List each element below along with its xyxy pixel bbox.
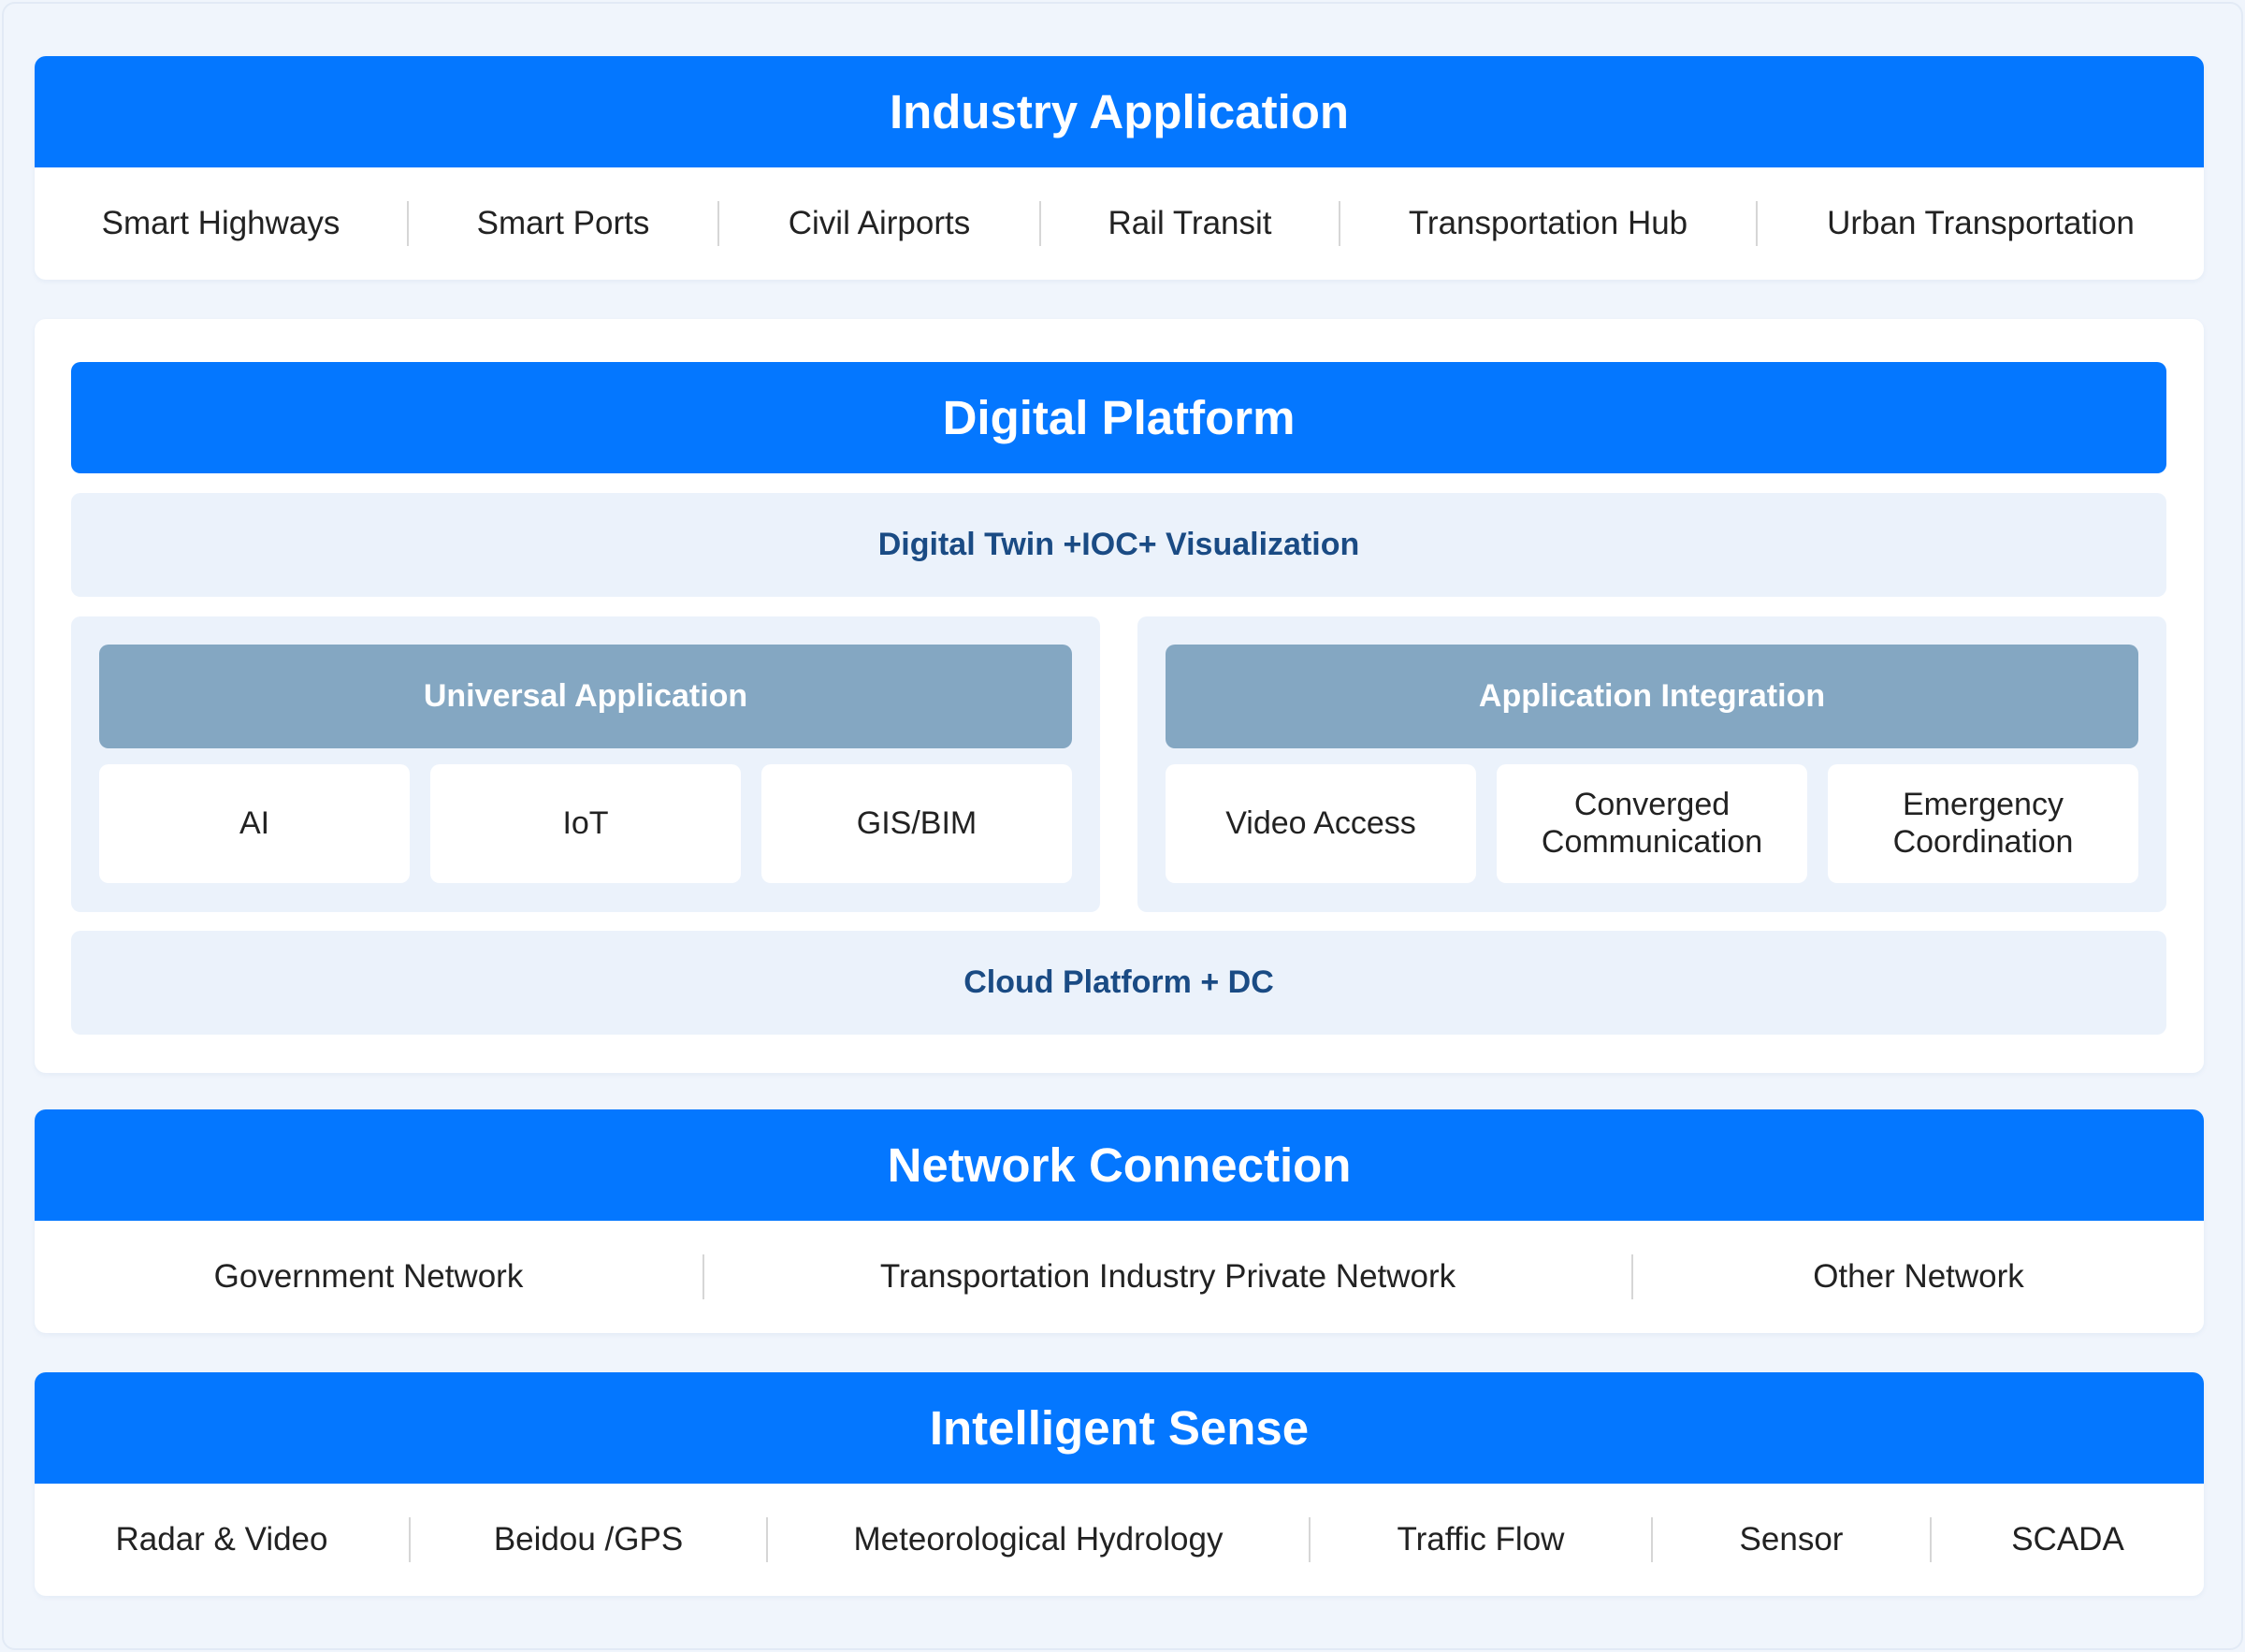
digital-platform-card: Digital Platform Digital Twin +IOC+ Visu… <box>35 319 2204 1073</box>
tile-line: Video Access <box>1225 804 1416 841</box>
industry-item: Smart Ports <box>476 205 650 241</box>
digital-twin-layer: Digital Twin +IOC+ Visualization <box>71 493 2166 597</box>
tile-line: Coordination <box>1892 823 2074 860</box>
gis-bim-tile: GIS/BIM <box>761 764 1072 883</box>
application-integration-title: Application Integration <box>1166 645 2138 748</box>
application-integration-group: Application Integration Video Access Con… <box>1137 616 2166 912</box>
intelligent-sense-card: Intelligent Sense Radar & Video Beidou /… <box>35 1372 2204 1596</box>
universal-application-title: Universal Application <box>99 645 1072 748</box>
industry-item: Urban Transportation <box>1827 205 2135 241</box>
industry-application-title: Industry Application <box>35 56 2204 167</box>
network-connection-items: Government Network Transportation Indust… <box>35 1221 2204 1333</box>
iot-tile: IoT <box>430 764 741 883</box>
emergency-coordination-tile: Emergency Coordination <box>1828 764 2138 883</box>
ai-tile: AI <box>99 764 410 883</box>
network-item: Transportation Industry Private Network <box>879 1258 1456 1295</box>
industry-item: Civil Airports <box>788 205 971 241</box>
video-access-tile: Video Access <box>1166 764 1476 883</box>
cloud-platform-layer: Cloud Platform + DC <box>71 931 2166 1035</box>
industry-item: Rail Transit <box>1108 205 1272 241</box>
network-item: Other Network <box>1813 1258 2024 1295</box>
intelligent-sense-items: Radar & Video Beidou /GPS Meteorological… <box>35 1484 2204 1596</box>
tile-line: Converged <box>1573 787 1731 823</box>
sense-item: Sensor <box>1739 1521 1844 1558</box>
converged-communication-tile: Converged Communication <box>1497 764 1807 883</box>
industry-item: Transportation Hub <box>1408 205 1688 241</box>
network-connection-title: Network Connection <box>35 1109 2204 1221</box>
tile-line: Emergency <box>1903 787 2064 823</box>
sense-item: Radar & Video <box>115 1521 328 1558</box>
sense-item: Traffic Flow <box>1397 1521 1565 1558</box>
industry-application-card: Industry Application Smart Highways Smar… <box>35 56 2204 280</box>
network-item: Government Network <box>213 1258 524 1295</box>
tile-line: Communication <box>1541 823 1763 860</box>
sense-item: Meteorological Hydrology <box>853 1521 1224 1558</box>
sense-item: SCADA <box>2011 1521 2124 1558</box>
intelligent-sense-title: Intelligent Sense <box>35 1372 2204 1484</box>
industry-item: Smart Highways <box>101 205 340 241</box>
universal-application-group: Universal Application AI IoT GIS/BIM <box>71 616 1100 912</box>
sense-item: Beidou /GPS <box>493 1521 684 1558</box>
network-connection-card: Network Connection Government Network Tr… <box>35 1109 2204 1333</box>
digital-platform-title: Digital Platform <box>71 362 2166 473</box>
industry-application-items: Smart Highways Smart Ports Civil Airport… <box>35 167 2204 280</box>
